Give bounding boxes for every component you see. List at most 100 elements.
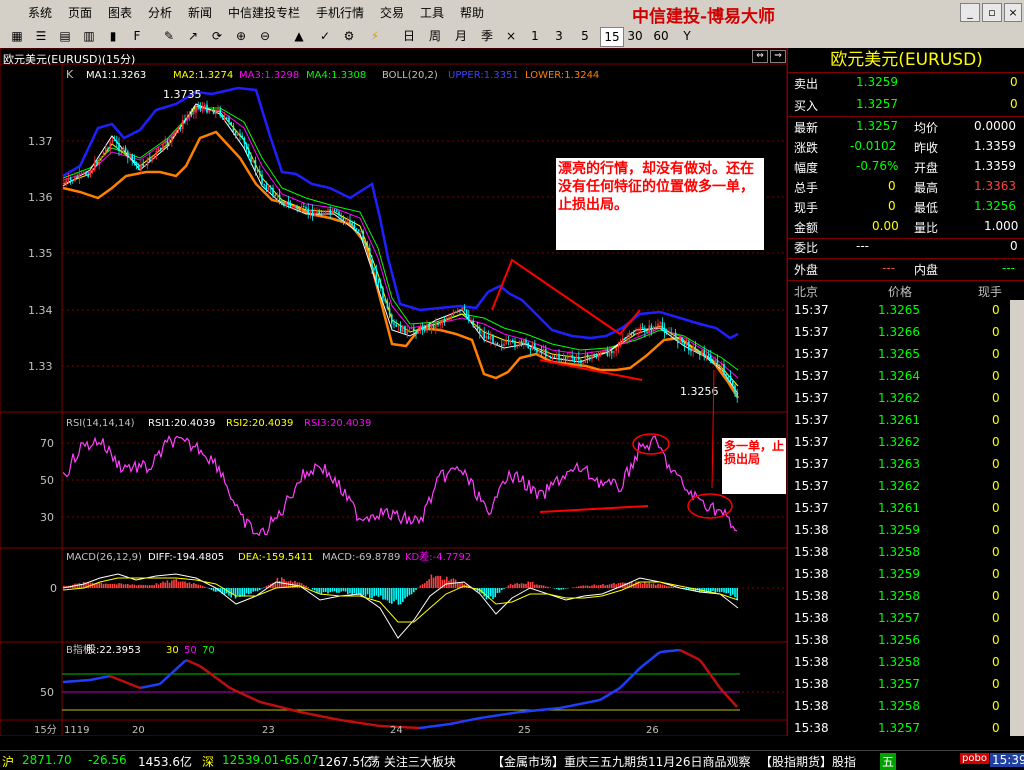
news-ticker-2[interactable]: 【金属市场】重庆三五九期货11月26日商品观察 <box>492 753 751 770</box>
period-month[interactable]: 月 <box>450 27 472 45</box>
macd-bar <box>123 584 125 588</box>
period-60[interactable]: 60 <box>650 27 672 45</box>
y-tick: 1.36 <box>28 191 53 204</box>
rsi-tick: 30 <box>40 511 54 524</box>
macd-bar <box>112 584 114 588</box>
tick-list[interactable]: 15:371.3265015:371.3266015:371.3265015:3… <box>788 300 1008 736</box>
table-icon[interactable]: ▤ <box>56 27 74 45</box>
candle-body <box>505 341 507 344</box>
candle-body <box>532 344 534 350</box>
b-segment <box>643 664 645 666</box>
tick-scrollbar[interactable] <box>1010 300 1024 736</box>
b-segment <box>283 708 285 709</box>
candle-body <box>475 326 477 327</box>
candle-body <box>675 333 677 340</box>
period-x[interactable]: × <box>500 27 522 45</box>
open-value: 1.3359 <box>974 159 1016 173</box>
candle-body <box>635 333 637 335</box>
menu-mobile[interactable]: 手机行情 <box>316 4 364 21</box>
list-icon[interactable]: ☰ <box>32 27 50 45</box>
refresh-icon[interactable]: ⟳ <box>208 27 226 45</box>
restore-button[interactable]: ▫ <box>982 3 1002 22</box>
b-segment <box>601 698 603 699</box>
menu-column[interactable]: 中信建投专栏 <box>228 4 300 21</box>
candle-body <box>710 356 712 363</box>
menu-analysis[interactable]: 分析 <box>148 4 172 21</box>
candle-body <box>530 348 532 350</box>
candle-body <box>244 138 246 144</box>
candle-body <box>615 348 617 352</box>
pin-icon[interactable]: ✓ <box>316 27 334 45</box>
tick-time: 15:38 <box>794 589 829 603</box>
macd-bar <box>98 583 100 588</box>
candle-body <box>389 308 391 314</box>
bars-icon[interactable]: ▮ <box>104 27 122 45</box>
macd-bar <box>314 588 316 590</box>
menu-system[interactable]: 系统 <box>28 4 52 21</box>
menu-page[interactable]: 页面 <box>68 4 92 21</box>
macd-bar <box>653 583 655 588</box>
grid-icon[interactable]: ▦ <box>8 27 26 45</box>
menu-chart[interactable]: 图表 <box>108 4 132 21</box>
menu-bar: 系统 页面 图表 分析 新闻 中信建投专栏 手机行情 交易 工具 帮助 中信建投… <box>0 0 1024 25</box>
period-day[interactable]: 日 <box>398 27 420 45</box>
candle-body <box>325 211 327 214</box>
f10-icon[interactable]: F <box>128 27 146 45</box>
period-30[interactable]: 30 <box>624 27 646 45</box>
period-1[interactable]: 1 <box>524 27 546 45</box>
settings-icon[interactable]: ⚙ <box>340 27 358 45</box>
period-week[interactable]: 周 <box>424 27 446 45</box>
candle-body <box>173 131 175 136</box>
macd-bar <box>389 588 391 603</box>
candle-body <box>261 175 263 185</box>
macd-bar <box>648 583 650 588</box>
period-season[interactable]: 季 <box>476 27 498 45</box>
menu-trade[interactable]: 交易 <box>380 4 404 21</box>
candle-body <box>316 211 318 213</box>
alarm-icon[interactable]: ▲ <box>290 27 308 45</box>
candle-body <box>714 360 716 363</box>
menu-tools[interactable]: 工具 <box>420 4 444 21</box>
candle-body <box>554 357 556 358</box>
chart-panel[interactable]: K MA1:1.3263 MA2:1.3274 MA3:1.3298 MA4:1… <box>0 48 787 736</box>
ime-tray-icon[interactable]: 五 <box>880 753 896 770</box>
b-segment <box>627 679 629 681</box>
panel-next-icon[interactable]: ⇒ <box>770 50 786 63</box>
chart-icon[interactable]: ↗ <box>184 27 202 45</box>
candle-body <box>65 181 67 184</box>
columns-icon[interactable]: ▥ <box>80 27 98 45</box>
candle-body <box>151 157 153 162</box>
news-ticker-1[interactable]: 荡 关注三大板块 <box>368 753 456 770</box>
news-ticker-3[interactable]: 【股指期货】股指 <box>760 753 856 770</box>
macd-bar <box>582 585 584 588</box>
macd-bar <box>184 582 186 588</box>
change-row: 涨跌 -0.0102 昨收 1.3359 <box>788 136 1024 158</box>
tick-price: 1.3256 <box>878 633 920 647</box>
candle-body <box>406 329 408 334</box>
b-segment <box>215 677 217 678</box>
candle-body <box>402 326 404 332</box>
b-segment <box>609 693 611 694</box>
kline-chart[interactable]: K MA1:1.3263 MA2:1.3274 MA3:1.3298 MA4:1… <box>0 48 787 736</box>
lightning-icon[interactable]: ⚡ <box>366 27 384 45</box>
close-button[interactable]: × <box>1004 3 1022 22</box>
period-15[interactable]: 15 <box>600 27 624 47</box>
period-y[interactable]: Y <box>676 27 698 45</box>
macd-bar <box>347 588 349 594</box>
zoom-in-icon[interactable]: ⊕ <box>232 27 250 45</box>
macd-bar <box>402 588 404 602</box>
b-segment <box>239 692 241 693</box>
panel-prev-icon[interactable]: ⇔ <box>752 50 768 63</box>
candle-body <box>411 328 413 329</box>
period-5[interactable]: 5 <box>574 27 596 45</box>
minimize-button[interactable]: _ <box>960 3 980 22</box>
candle-body <box>233 126 235 132</box>
candle-body <box>112 140 114 143</box>
menu-help[interactable]: 帮助 <box>460 4 484 21</box>
zoom-out-icon[interactable]: ⊖ <box>256 27 274 45</box>
period-3[interactable]: 3 <box>548 27 570 45</box>
menu-news[interactable]: 新闻 <box>188 4 212 21</box>
edit-icon[interactable]: ✎ <box>160 27 178 45</box>
b-segment <box>251 698 253 699</box>
tick-time: 15:38 <box>794 545 829 559</box>
